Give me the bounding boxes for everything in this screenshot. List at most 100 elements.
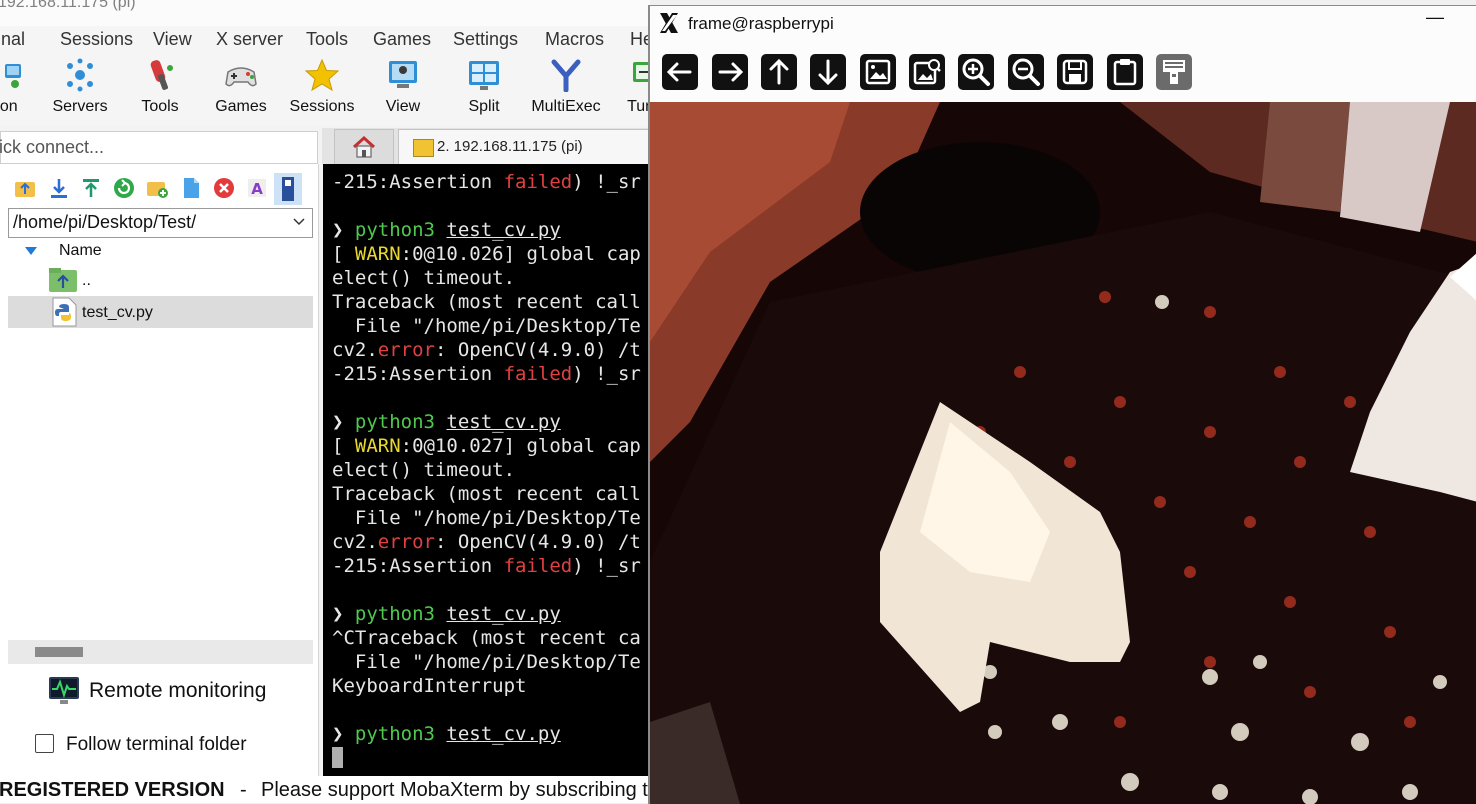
- menu-macros[interactable]: Macros: [545, 29, 604, 50]
- remote-monitoring-button[interactable]: Remote monitoring: [48, 676, 308, 708]
- home-tab[interactable]: [334, 129, 394, 165]
- terminal-line: cv2.error: OpenCV(4.9.0) /t: [332, 531, 641, 553]
- menu-settings[interactable]: Settings: [453, 29, 518, 50]
- home-icon: [352, 136, 376, 158]
- camera-frame-image: [650, 102, 1476, 804]
- minimize-button[interactable]: —: [1426, 7, 1444, 28]
- split-button[interactable]: Split: [439, 58, 529, 116]
- properties-button[interactable]: [1156, 54, 1192, 90]
- follow-terminal-folder-checkbox[interactable]: Follow terminal folder: [35, 733, 305, 759]
- tools-icon: [150, 60, 173, 90]
- terminal-line: cv2.error: OpenCV(4.9.0) /t: [332, 339, 641, 361]
- download-icon[interactable]: [48, 177, 70, 199]
- terminal-output[interactable]: -215:Assertion failed) !_sr ❯ python3 tes…: [323, 164, 650, 776]
- menu-view[interactable]: View: [153, 29, 192, 50]
- refresh-icon[interactable]: [113, 177, 135, 199]
- copy-clipboard-button[interactable]: [1107, 54, 1143, 90]
- new-file-icon[interactable]: [180, 177, 202, 199]
- zoom-in-button[interactable]: [958, 54, 994, 90]
- chevron-down-icon[interactable]: [291, 211, 307, 231]
- menu-tools[interactable]: Tools: [306, 29, 348, 50]
- file-row-parent[interactable]: ..: [8, 264, 313, 296]
- menu-games[interactable]: Games: [373, 29, 431, 50]
- file-row-test-cv[interactable]: test_cv.py: [8, 296, 313, 328]
- parent-dir-icon[interactable]: [14, 177, 36, 199]
- x-logo-icon: [660, 13, 678, 33]
- x-image-toolbar: [650, 42, 1476, 102]
- pan-right-button[interactable]: [712, 54, 748, 90]
- terminal-line: File "/home/pi/Desktop/Te: [332, 315, 641, 337]
- zoom-out-icon: [1012, 58, 1040, 86]
- quick-connect-input[interactable]: ick connect...: [0, 131, 318, 164]
- terminal-line: File "/home/pi/Desktop/Te: [332, 651, 641, 673]
- permissions-icon[interactable]: [274, 173, 302, 205]
- pan-down-button[interactable]: [810, 54, 846, 90]
- new-folder-icon[interactable]: [146, 177, 168, 199]
- upload-icon[interactable]: [80, 177, 102, 199]
- scrollbar-thumb[interactable]: [35, 647, 83, 657]
- session-icon: [5, 64, 21, 88]
- pan-left-button[interactable]: [662, 54, 698, 90]
- terminal-line: -215:Assertion failed) !_sr: [332, 363, 641, 385]
- terminal-line: -215:Assertion failed) !_sr: [332, 555, 641, 577]
- ssh-key-icon: [413, 139, 434, 157]
- save-button[interactable]: [1057, 54, 1093, 90]
- terminal-line: KeyboardInterrupt: [332, 675, 527, 697]
- arrow-up-icon: [769, 58, 789, 85]
- zoom-image-button[interactable]: [909, 54, 945, 90]
- zoom-in-image-button[interactable]: [860, 54, 896, 90]
- svg-text:A: A: [251, 180, 263, 198]
- view-button[interactable]: View: [358, 58, 448, 116]
- servers-button[interactable]: Servers: [35, 58, 125, 116]
- menu-bar: inal Sessions View X server Tools Games …: [0, 26, 650, 54]
- multiexec-button[interactable]: MultiExec: [521, 58, 611, 116]
- sessions-star-icon: [304, 58, 340, 92]
- window-title: 192.168.11.175 (pi): [0, 0, 650, 26]
- column-header-name[interactable]: Name: [8, 238, 313, 264]
- monitor-icon: [49, 677, 79, 704]
- ribbon-toolbar: sion Servers Tools Games Sessions View S…: [0, 54, 650, 126]
- servers-icon: [67, 58, 93, 92]
- menu-sessions[interactable]: Sessions: [60, 29, 133, 50]
- x-window-titlebar: frame@raspberrypi —: [650, 6, 1476, 42]
- terminal-line: ❯ python3 test_cv.py: [332, 411, 561, 433]
- arrow-left-icon: [666, 62, 692, 82]
- path-combobox[interactable]: /home/pi/Desktop/Test/: [8, 208, 313, 238]
- games-icon: [225, 67, 257, 87]
- rename-icon[interactable]: A: [246, 177, 268, 199]
- parent-folder-icon: [49, 268, 77, 292]
- zoom-in-icon: [962, 58, 990, 86]
- terminal-line: ^CTraceback (most recent ca: [332, 627, 641, 649]
- terminal-line: [ WARN:0@10.026] global cap: [332, 243, 641, 265]
- save-icon: [1062, 59, 1088, 85]
- arrow-down-icon: [818, 59, 838, 86]
- pan-up-button[interactable]: [761, 54, 797, 90]
- support-link[interactable]: Please support MobaXterm by subscribing …: [261, 779, 650, 802]
- tunneling-button[interactable]: Tunn: [600, 58, 650, 116]
- zoom-out-button[interactable]: [1008, 54, 1044, 90]
- tab-ssh-session[interactable]: 2. 192.168.11.175 (pi): [398, 129, 650, 164]
- image-zoom-icon: [913, 59, 941, 85]
- terminal-line: elect() timeout.: [332, 267, 516, 289]
- status-bar: REGISTERED VERSION - Please support Moba…: [0, 776, 650, 803]
- terminal-line: ❯ python3 test_cv.py: [332, 723, 561, 745]
- terminal-line: Traceback (most recent call: [332, 291, 641, 313]
- terminal-line: [ WARN:0@10.027] global cap: [332, 435, 641, 457]
- menu-x-server[interactable]: X server: [216, 29, 283, 50]
- arrow-right-icon: [718, 62, 744, 82]
- terminal-line: elect() timeout.: [332, 459, 516, 481]
- delete-icon[interactable]: [213, 177, 235, 199]
- checkbox-box[interactable]: [35, 734, 54, 753]
- terminal-line: File "/home/pi/Desktop/Te: [332, 507, 641, 529]
- menu-help[interactable]: He: [630, 29, 650, 50]
- terminal-line: ❯ python3 test_cv.py: [332, 219, 561, 241]
- tools-button[interactable]: Tools: [115, 58, 205, 116]
- multiexec-icon: [551, 59, 581, 92]
- menu-terminal[interactable]: inal: [0, 29, 25, 50]
- games-button[interactable]: Games: [196, 58, 286, 116]
- sessions-button[interactable]: Sessions: [277, 58, 367, 116]
- terminal-line: Traceback (most recent call: [332, 483, 641, 505]
- tunneling-icon: [633, 62, 650, 82]
- view-icon: [389, 61, 417, 88]
- image-icon: [865, 59, 891, 85]
